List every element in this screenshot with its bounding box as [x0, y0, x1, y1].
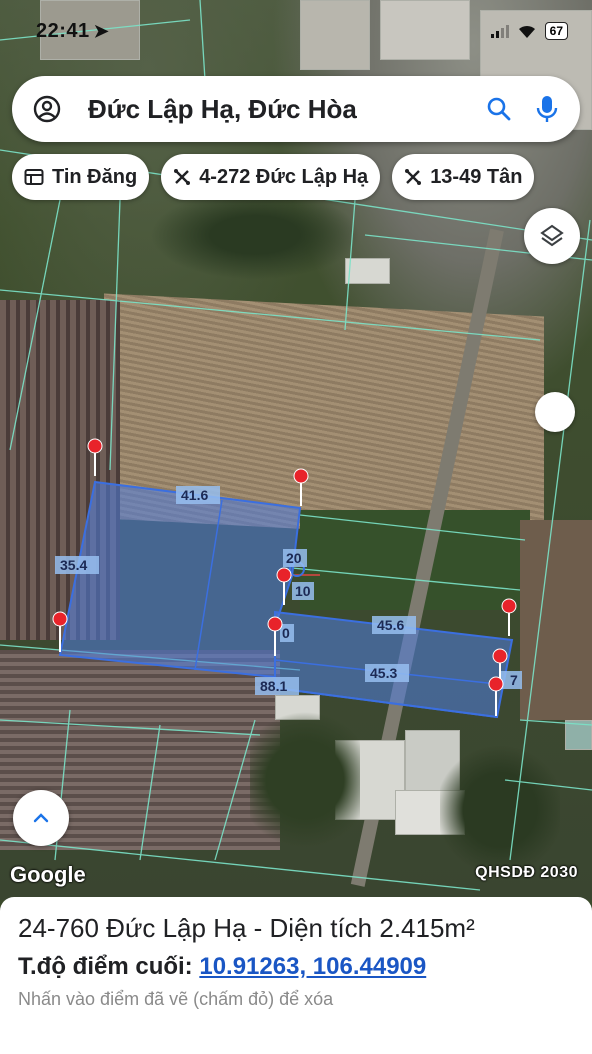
expand-button[interactable]	[13, 790, 69, 846]
coordinates-link[interactable]: 10.91263, 106.44909	[199, 953, 426, 980]
battery-icon: 67	[544, 22, 568, 40]
measure-label: 10	[295, 583, 311, 599]
measure-label: 45.6	[377, 617, 404, 633]
measure-label: 35.4	[60, 557, 87, 573]
plan-label: QHSDĐ 2030	[475, 864, 578, 881]
vertex-marker[interactable]	[293, 468, 309, 506]
search-bar[interactable]: Đức Lập Hạ, Đức Hòa	[12, 76, 580, 142]
wifi-icon	[518, 25, 535, 38]
chip-parcel-13-49[interactable]: 13-49 Tân	[392, 154, 535, 200]
measure-label: 45.3	[370, 665, 397, 681]
hint-text: Nhấn vào điểm đã vẽ (chấm đỏ) để xóa	[18, 989, 334, 1009]
chip-parcel-4-272[interactable]: 4-272 Đức Lập Hạ	[161, 154, 381, 200]
chip-label: 4-272 Đức Lập Hạ	[199, 165, 369, 188]
chip-label: 13-49 Tân	[430, 165, 523, 188]
cellular-signal-icon	[490, 24, 509, 38]
chip-row: Tin Đăng 4-272 Đức Lập Hạ 13-49 Tân	[12, 154, 592, 200]
layers-icon	[540, 224, 564, 247]
parcel-title: 24-760 Đức Lập Hạ - Diện tích 2.415m²	[18, 913, 475, 943]
chevron-up-icon	[33, 813, 49, 823]
vertex-marker[interactable]	[501, 598, 517, 636]
clock: 22:41	[36, 19, 90, 42]
slider-handle[interactable]	[535, 392, 575, 432]
parcel-icon	[174, 169, 191, 185]
polygon-left[interactable]	[58, 480, 302, 679]
layers-button[interactable]	[524, 208, 580, 264]
measure-label: 88.1	[260, 678, 287, 694]
parcel-info-sheet[interactable]: 24-760 Đức Lập Hạ - Diện tích 2.415m² T.…	[0, 897, 592, 1054]
chip-label: Tin Đăng	[52, 165, 138, 188]
status-bar: 22:41 ➤ 67	[36, 18, 568, 44]
mic-icon[interactable]	[536, 94, 558, 124]
google-logo: Google	[10, 862, 86, 887]
parcel-icon	[405, 169, 422, 185]
coordinates-row: T.độ điểm cuối: 10.91263, 106.44909	[18, 953, 574, 981]
chip-listings[interactable]: Tin Đăng	[12, 154, 150, 200]
coordinates-label: T.độ điểm cuối:	[18, 953, 193, 980]
location-arrow-icon: ➤	[93, 20, 109, 41]
account-circle-icon[interactable]	[32, 94, 62, 124]
search-icon[interactable]	[486, 96, 512, 122]
measure-label: 41.6	[181, 487, 208, 503]
measure-label: 20	[286, 550, 302, 566]
search-query-text[interactable]: Đức Lập Hạ, Đức Hòa	[88, 94, 486, 125]
listing-icon	[24, 169, 44, 185]
vertex-marker[interactable]	[87, 438, 103, 476]
measure-label: 0	[282, 625, 290, 641]
measure-label: 7	[510, 672, 518, 688]
